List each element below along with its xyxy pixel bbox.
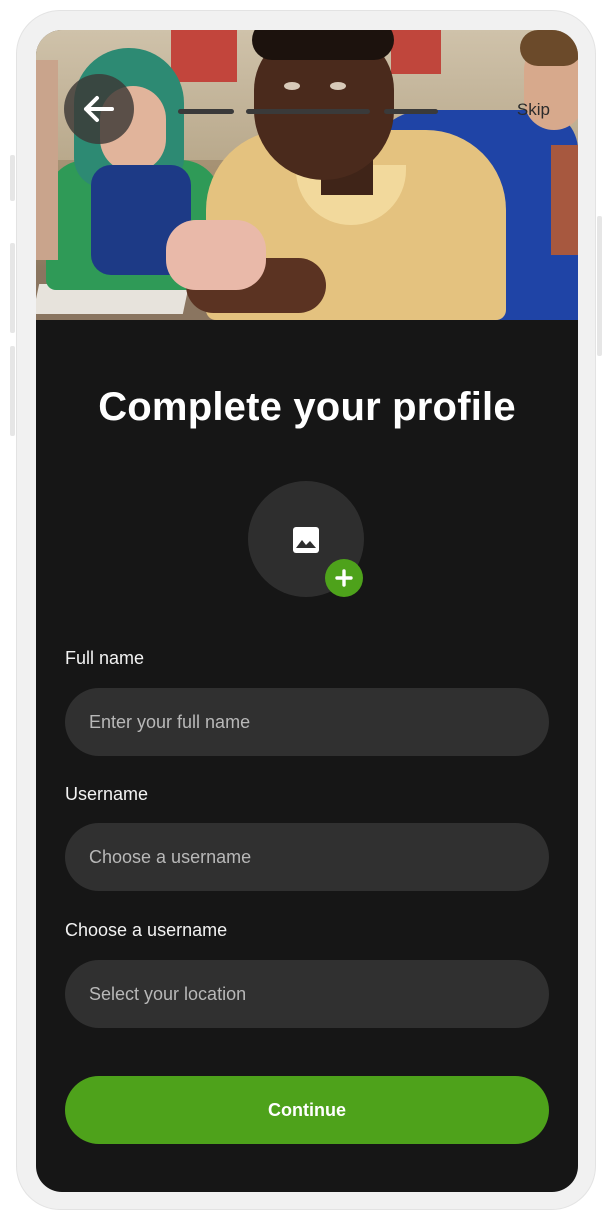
full-name-label: Full name	[65, 648, 145, 668]
image-icon	[293, 527, 319, 553]
hero-red-poster	[171, 30, 237, 82]
continue-button[interactable]: Continue	[65, 1076, 549, 1144]
hero-right-hair	[520, 30, 578, 66]
location-placeholder: Select your location	[89, 984, 247, 1004]
location-label: Choose a username	[65, 920, 228, 940]
hero-main-eye	[330, 82, 346, 90]
progress-step	[384, 109, 438, 114]
hero-right-shirt	[551, 145, 578, 255]
arrow-left-icon	[84, 96, 114, 122]
app-screen: Skip Complete your profile Full name Ent…	[36, 30, 578, 1192]
onboarding-progress	[178, 109, 438, 115]
full-name-field[interactable]: Enter your full name	[65, 688, 549, 756]
phone-side-button	[10, 346, 15, 436]
phone-side-button	[597, 216, 602, 356]
plus-icon	[335, 569, 353, 587]
username-placeholder: Choose a username	[89, 847, 252, 867]
progress-step	[246, 109, 370, 114]
phone-side-button	[10, 155, 15, 201]
hero-photo: Skip	[36, 30, 578, 320]
add-photo-button[interactable]	[325, 559, 363, 597]
hero-main-sleeve	[166, 220, 266, 290]
hero-red-poster	[391, 30, 441, 74]
progress-step	[178, 109, 234, 114]
username-label: Username	[65, 784, 149, 804]
back-button[interactable]	[64, 74, 134, 144]
phone-side-button	[10, 243, 15, 333]
page-title: Complete your profile	[98, 385, 516, 429]
hero-far-left-student	[36, 60, 58, 260]
location-field[interactable]: Select your location	[65, 960, 549, 1028]
hero-main-hair	[252, 30, 394, 60]
skip-link[interactable]: Skip	[517, 100, 550, 120]
hero-main-eye	[284, 82, 300, 90]
username-field[interactable]: Choose a username	[65, 823, 549, 891]
full-name-placeholder: Enter your full name	[89, 712, 251, 732]
